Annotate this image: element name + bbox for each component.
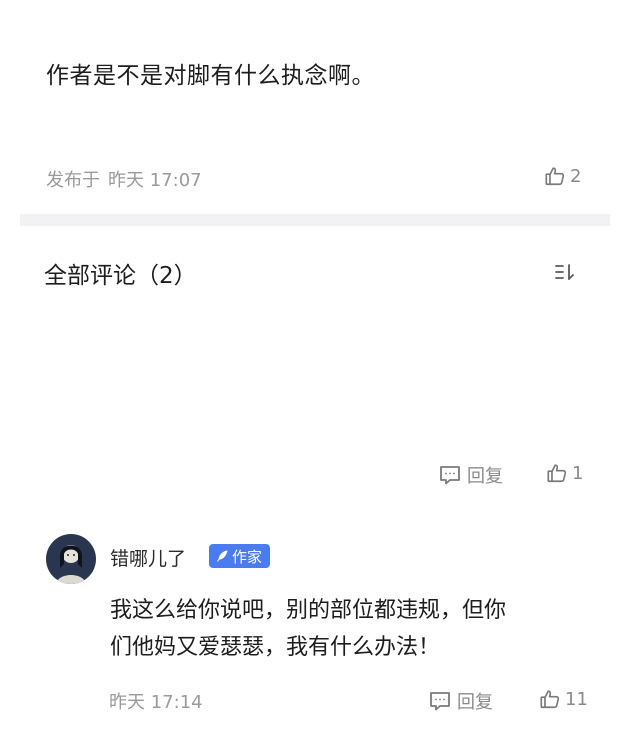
post-text: 作者是不是对脚有什么执念啊。 <box>46 63 375 89</box>
section-divider <box>20 214 610 226</box>
comment2-reply-button[interactable]: 回复 <box>428 688 493 714</box>
comment-icon <box>430 692 450 711</box>
post-like-count: 2 <box>570 165 582 187</box>
comment1-reply-label: 回复 <box>467 466 503 487</box>
post-time: 昨天 17:07 <box>108 170 202 191</box>
author-badge: 作家 <box>209 544 271 568</box>
comment1-reply-button[interactable]: 回复 <box>438 462 503 488</box>
comment2-username[interactable]: 错哪儿了 <box>110 544 186 571</box>
comment1-like-button[interactable]: 1 <box>546 462 583 484</box>
post-meta: 发布于 昨天 17:07 <box>46 166 210 192</box>
comment2-like-count: 11 <box>565 688 588 710</box>
thumbs-up-icon <box>547 464 567 483</box>
comment1-like-count: 1 <box>572 462 584 484</box>
thumbs-up-icon <box>545 167 565 186</box>
sort-icon <box>555 264 574 280</box>
comment2-text: 我这么给你说吧，别的部位都违规，但你 们他妈又爱瑟瑟，我有什么办法！ <box>110 592 590 666</box>
comment2-text-line: 我这么给你说吧，别的部位都违规，但你 <box>110 598 507 623</box>
badge-label: 作家 <box>232 547 263 566</box>
comment-icon <box>440 466 460 485</box>
comments-title: 全部评论（2） <box>44 263 197 289</box>
comment2-time: 昨天 17:14 <box>109 692 203 713</box>
avatar[interactable] <box>46 534 96 584</box>
sort-button[interactable] <box>553 262 577 286</box>
comment2-text-line: 们他妈又爱瑟瑟，我有什么办法！ <box>110 635 441 660</box>
feather-icon <box>217 550 228 562</box>
published-label: 发布于 <box>46 170 100 191</box>
post-like-button[interactable]: 2 <box>544 165 581 187</box>
thumbs-up-icon <box>540 690 560 709</box>
comment2-like-button[interactable]: 11 <box>539 688 588 710</box>
avatar-image <box>46 534 96 584</box>
comment2-reply-label: 回复 <box>457 692 493 713</box>
